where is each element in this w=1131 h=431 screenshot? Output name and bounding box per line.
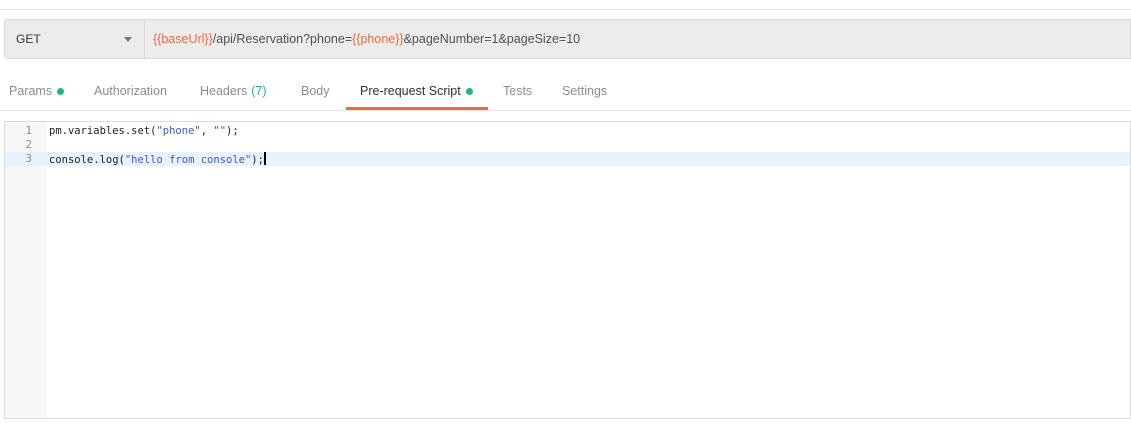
tab-settings[interactable]: Settings: [562, 72, 607, 110]
chevron-down-icon: [124, 36, 132, 42]
code-line: 1 pm.variables.set("phone", "");: [5, 124, 1130, 138]
tab-label: Pre-request Script: [360, 84, 461, 98]
tab-headers[interactable]: Headers (7): [200, 72, 267, 110]
url-variable: {{phone}}: [352, 32, 404, 46]
tab-authorization[interactable]: Authorization: [94, 72, 167, 110]
request-tabs: Params Authorization Headers (7) Body Pre-req…: [0, 72, 1131, 111]
url-variable: {{baseUrl}}: [153, 32, 213, 46]
method-label: GET: [16, 32, 41, 46]
request-bar: GET {{baseUrl}}/api/Reservation?phone={{…: [4, 19, 1131, 59]
line-number-gutter: [5, 122, 46, 418]
tab-label: Authorization: [94, 84, 167, 98]
top-divider: [0, 0, 1131, 10]
code-token: console.log(: [49, 154, 125, 166]
url-text: /api/Reservation?phone=: [212, 32, 353, 46]
tab-count-badge: (7): [251, 84, 267, 98]
code-line: 2: [5, 138, 1130, 152]
code-text: console.log("hello from console");: [49, 152, 266, 167]
code-token: );: [251, 154, 264, 166]
tab-label: Params: [9, 84, 53, 98]
string-token: "": [213, 125, 227, 137]
text-cursor: [263, 152, 266, 165]
tab-label: Tests: [503, 84, 533, 98]
string-token: "phone": [156, 125, 201, 137]
tab-tests[interactable]: Tests: [503, 72, 532, 110]
code-text: pm.variables.set("phone", "");: [49, 124, 239, 138]
code-token: ,: [200, 125, 214, 137]
line-number: 1: [25, 125, 32, 137]
tab-params[interactable]: Params: [9, 72, 65, 110]
tab-label: Settings: [562, 84, 608, 98]
line-number: 2: [25, 139, 32, 151]
code-token: pm.variables.set(: [49, 125, 157, 137]
active-tab-indicator: [346, 107, 488, 110]
script-editor[interactable]: 1 pm.variables.set("phone", ""); 2 3 console…: [4, 121, 1131, 419]
tab-body[interactable]: Body: [301, 72, 330, 110]
code-line: 3 console.log("hello from console");: [5, 152, 1130, 166]
line-number: 3: [25, 153, 32, 165]
string-token: "hello from console": [124, 154, 252, 166]
code-token: );: [226, 125, 239, 137]
tab-pre-request-script[interactable]: Pre-request Script: [360, 72, 473, 110]
tab-label: Headers: [200, 84, 248, 98]
status-dot-icon: [57, 87, 65, 95]
url-input[interactable]: {{baseUrl}}/api/Reservation?phone= {{phon…: [144, 19, 1131, 59]
tab-label: Body: [301, 84, 330, 98]
url-text: &pageNumber=1&pageSize=10: [403, 32, 581, 46]
method-select[interactable]: GET: [4, 19, 144, 59]
status-dot-icon: [465, 87, 473, 95]
